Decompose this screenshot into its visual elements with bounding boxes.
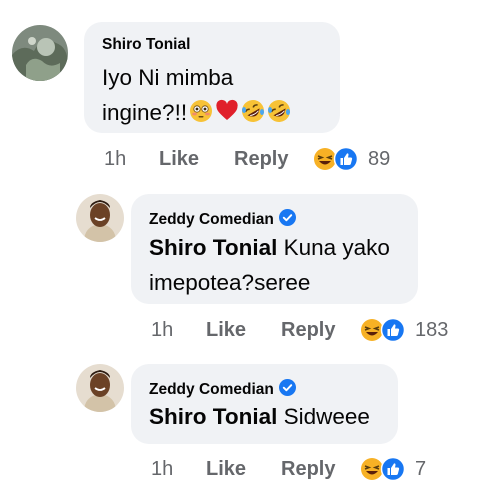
comment-text-line-2: imepotea?seree [149, 270, 311, 295]
comment-text: Iyo Ni mimba ingine?!! [102, 60, 342, 130]
comment-author[interactable]: Zeddy Comedian [149, 379, 296, 399]
comment-text: Shiro Tonial Sidweee [149, 399, 397, 434]
comment-bubble: Zeddy Comedian Shiro Tonial Kuna yako im… [131, 194, 418, 304]
comment-author-name: Zeddy Comedian [149, 381, 274, 398]
comment-text-fragment: Sidweee [277, 404, 370, 429]
reply-button[interactable]: Reply [281, 454, 335, 484]
reaction-icons[interactable] [360, 457, 406, 481]
like-reaction-icon [380, 457, 406, 481]
avatar[interactable] [12, 25, 68, 81]
comment-author[interactable]: Shiro Tonial [102, 36, 190, 54]
like-button[interactable]: Like [206, 315, 246, 345]
haha-reaction-icon [314, 148, 336, 170]
reaction-icons[interactable] [360, 318, 406, 342]
comment-author[interactable]: Zeddy Comedian [149, 209, 296, 229]
comment-bubble: Zeddy Comedian Shiro Tonial Sidweee [131, 364, 398, 444]
comment-actions: 1h Like Reply 7 [151, 454, 471, 484]
reply-button[interactable]: Reply [234, 144, 288, 174]
mention-link[interactable]: Shiro Tonial [149, 404, 277, 429]
comment-text-line: Shiro Tonial Kuna yako [149, 230, 417, 265]
rofl-emoji-icon [268, 100, 291, 122]
comment-text-fragment: Kuna yako [277, 235, 390, 260]
flushed-face-emoji-icon [190, 100, 213, 122]
verified-badge-icon [278, 209, 296, 226]
comment-author-name: Zeddy Comedian [149, 211, 274, 228]
comment-text-line: Shiro Tonial Sidweee [149, 399, 397, 434]
reply-button[interactable]: Reply [281, 315, 335, 345]
rofl-emoji-icon [242, 100, 265, 122]
reaction-count[interactable]: 89 [368, 144, 390, 174]
comment-actions: 1h Like Reply 89 [104, 144, 444, 174]
comment-text-line: Iyo Ni mimba [102, 65, 234, 90]
like-button[interactable]: Like [206, 454, 246, 484]
reaction-icons[interactable] [313, 147, 359, 171]
comment-timestamp[interactable]: 1h [151, 315, 173, 345]
comment-text-fragment: ingine?!! [102, 100, 188, 125]
mention-link[interactable]: Shiro Tonial [149, 235, 277, 260]
comment-text-line-2: ingine?!! [102, 95, 342, 130]
comment-bubble: Shiro Tonial Iyo Ni mimba ingine?!! [84, 22, 340, 133]
red-heart-emoji-icon [216, 99, 238, 120]
haha-reaction-icon [361, 319, 383, 341]
avatar[interactable] [76, 364, 124, 412]
like-button[interactable]: Like [159, 144, 199, 174]
reaction-count[interactable]: 7 [415, 454, 426, 484]
verified-badge-icon [278, 379, 296, 396]
haha-reaction-icon [361, 458, 383, 480]
reaction-count[interactable]: 183 [415, 315, 448, 345]
comment-timestamp[interactable]: 1h [104, 144, 126, 174]
like-reaction-icon [380, 318, 406, 342]
comment-text: Shiro Tonial Kuna yako imepotea?seree [149, 230, 417, 300]
avatar[interactable] [76, 194, 124, 242]
like-reaction-icon [333, 147, 359, 171]
comment-timestamp[interactable]: 1h [151, 454, 173, 484]
comment-actions: 1h Like Reply 183 [151, 315, 471, 345]
